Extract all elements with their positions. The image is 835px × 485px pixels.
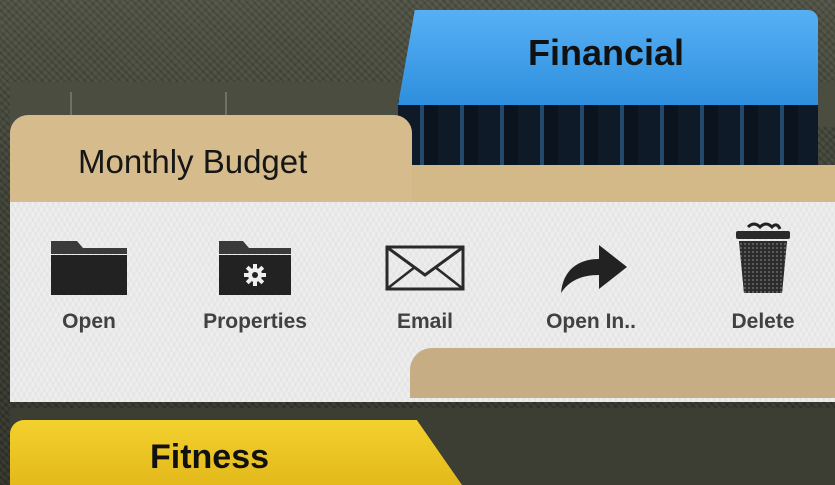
folder-divider-line [225, 92, 227, 117]
financial-tab-edge [398, 100, 818, 165]
folder-title: Monthly Budget [78, 143, 308, 180]
trash-icon [736, 222, 790, 293]
share-arrow-icon [561, 245, 627, 293]
properties-label: Properties [203, 310, 307, 333]
email-label: Email [396, 310, 454, 333]
folder-divider-line [70, 92, 72, 117]
open-button[interactable]: Open [34, 215, 144, 335]
open-in-label: Open In.. [546, 310, 636, 333]
envelope-icon [385, 245, 465, 291]
open-label: Open [62, 310, 116, 333]
financial-tab-label: Financial [528, 32, 685, 73]
properties-button[interactable]: Properties [200, 215, 310, 335]
financial-category-tab[interactable]: Financial [398, 10, 818, 165]
email-button[interactable]: Email [370, 215, 480, 335]
fitness-tab-label: Fitness [150, 438, 270, 476]
open-in-button[interactable]: Open In.. [536, 215, 646, 335]
folder-flap [410, 348, 835, 398]
delete-label: Delete [731, 310, 795, 333]
folder-icon [51, 241, 127, 295]
delete-button[interactable]: Delete [708, 215, 818, 335]
file-cabinet-view: Financial Monthly Budget Open Properties [0, 0, 835, 485]
folder-gear-icon [219, 241, 291, 295]
